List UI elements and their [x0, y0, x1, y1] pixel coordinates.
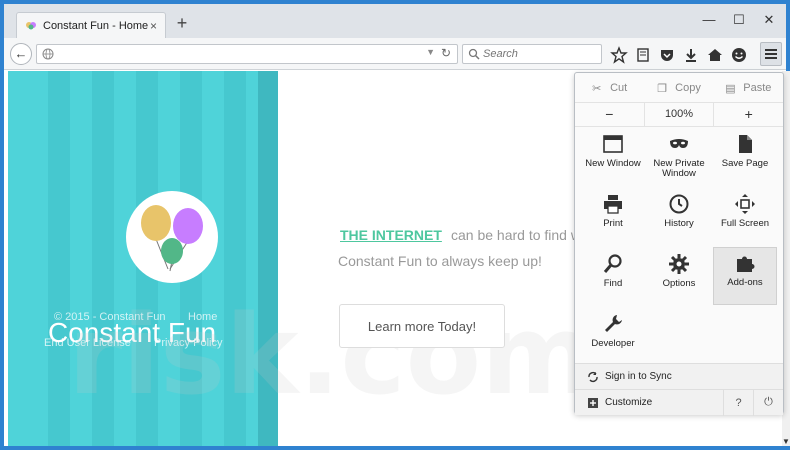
new-tab-button[interactable]: +	[172, 14, 192, 34]
customize-plus-icon	[588, 397, 598, 408]
smiley-icon[interactable]	[730, 46, 748, 64]
menu-item-label: Find	[603, 278, 623, 289]
scroll-down-icon[interactable]: ▼	[782, 437, 790, 446]
clipboard-icon: ▤	[725, 82, 736, 95]
menu-item-new-private-window[interactable]: New Private Window	[647, 129, 711, 185]
search-icon	[468, 48, 480, 60]
menu-item-history[interactable]: History	[647, 189, 711, 245]
menu-item-label: Save Page	[721, 158, 769, 169]
menu-item-full-screen[interactable]: Full Screen	[713, 189, 777, 245]
magnifier-icon	[603, 254, 622, 273]
main-menu-panel: ✂ Cut ❐ Copy ▤ Paste − 100% + New Window Ne…	[574, 72, 784, 416]
tab-strip: Constant Fun - Home Page × + — ☐ ✕	[4, 4, 786, 38]
url-dropdown-icon[interactable]: ▼	[426, 47, 435, 57]
cut-button[interactable]: ✂ Cut	[575, 73, 644, 102]
tab-constant-fun[interactable]: Constant Fun - Home Page ×	[16, 12, 166, 38]
menu-item-new-window[interactable]: New Window	[581, 129, 645, 185]
tab-close-icon[interactable]: ×	[150, 19, 157, 33]
tab-title: Constant Fun - Home Page	[43, 19, 150, 32]
learn-more-button[interactable]: Learn more Today!	[339, 304, 505, 348]
sync-icon	[588, 371, 598, 382]
browser-window: Constant Fun - Home Page × + — ☐ ✕ ← ▼ ↻	[0, 0, 790, 450]
the-internet-link[interactable]: THE INTERNET	[340, 227, 442, 243]
url-bar[interactable]: ▼ ↻	[36, 44, 458, 64]
hero-stripe	[224, 71, 246, 446]
menu-item-label: History	[664, 218, 694, 229]
sign-in-label: Sign in to Sync	[605, 371, 672, 382]
reload-icon[interactable]: ↻	[441, 46, 451, 60]
quit-icon[interactable]: ⏻	[753, 389, 783, 416]
bookmark-star-icon[interactable]	[610, 46, 628, 64]
close-window-button[interactable]: ✕	[756, 10, 782, 30]
reading-list-icon[interactable]	[634, 46, 652, 64]
menu-item-label: New Window	[585, 158, 641, 169]
menu-item-options[interactable]: Options	[647, 249, 711, 305]
menu-item-label: Developer	[591, 338, 635, 349]
globe-icon	[42, 48, 54, 60]
hero-stripe	[92, 71, 114, 446]
copy-button[interactable]: ❐ Copy	[644, 73, 713, 102]
fullscreen-icon	[735, 194, 755, 214]
zoom-in-button[interactable]: +	[714, 103, 783, 126]
minimize-button[interactable]: —	[696, 10, 722, 30]
paste-label: Paste	[743, 81, 772, 94]
menu-item-save-page[interactable]: Save Page	[713, 129, 777, 185]
help-icon[interactable]: ?	[723, 389, 753, 416]
hero-stripe	[48, 71, 70, 446]
download-icon[interactable]	[682, 46, 700, 64]
menu-item-label: Print	[603, 218, 623, 229]
maximize-button[interactable]: ☐	[726, 10, 752, 30]
navigation-bar: ← ▼ ↻	[4, 38, 786, 70]
brand-title: Constant Fun	[48, 317, 217, 348]
home-icon[interactable]	[706, 46, 724, 64]
clock-icon	[669, 194, 689, 214]
customize-button[interactable]: Customize	[605, 397, 723, 408]
menu-item-add-ons[interactable]: Add-ons	[713, 247, 777, 305]
hamburger-menu-button[interactable]	[760, 42, 782, 66]
menu-item-label: New Private Window	[653, 158, 705, 179]
search-input[interactable]	[483, 47, 593, 61]
wrench-icon	[605, 315, 622, 332]
subline-text: Constant Fun to always keep up!	[338, 253, 542, 269]
edit-controls: ✂ Cut ❐ Copy ▤ Paste	[575, 73, 783, 103]
back-button[interactable]: ←	[10, 43, 32, 65]
gear-icon	[669, 254, 689, 274]
copy-label: Copy	[675, 81, 701, 94]
page-icon	[739, 135, 752, 153]
menu-item-find[interactable]: Find	[581, 249, 645, 305]
pocket-icon[interactable]	[658, 46, 676, 64]
zoom-reset-button[interactable]: 100%	[643, 103, 715, 126]
hero-panel: © 2015 - Constant Fun Home End User Lice…	[8, 71, 278, 446]
menu-item-label: Options	[662, 278, 696, 289]
menu-item-print[interactable]: Print	[581, 189, 645, 245]
zoom-out-button[interactable]: −	[575, 103, 644, 126]
menu-item-label: Add-ons	[727, 277, 763, 288]
menu-item-developer[interactable]: Developer	[581, 309, 645, 365]
cut-label: Cut	[610, 81, 628, 94]
copy-icon: ❐	[657, 82, 668, 95]
headline-text: can be hard to find w	[451, 227, 581, 243]
puzzle-icon	[737, 256, 755, 272]
menu-item-label: Full Screen	[720, 218, 770, 229]
search-bar[interactable]	[462, 44, 602, 64]
balloon-favicon-icon	[26, 21, 36, 29]
sign-in-to-sync-row[interactable]: Sign in to Sync	[575, 363, 783, 389]
scissors-icon: ✂	[592, 82, 602, 95]
hamburger-icon	[765, 49, 777, 59]
paste-button[interactable]: ▤ Paste	[714, 73, 783, 102]
balloons-icon	[141, 205, 203, 272]
balloon-logo	[126, 191, 218, 283]
printer-icon	[604, 195, 622, 214]
window-icon	[603, 135, 623, 153]
mask-icon	[670, 139, 688, 148]
zoom-controls: − 100% +	[575, 103, 783, 127]
hero-stripe	[258, 71, 278, 446]
customize-row: Customize ? ⏻	[575, 389, 783, 416]
